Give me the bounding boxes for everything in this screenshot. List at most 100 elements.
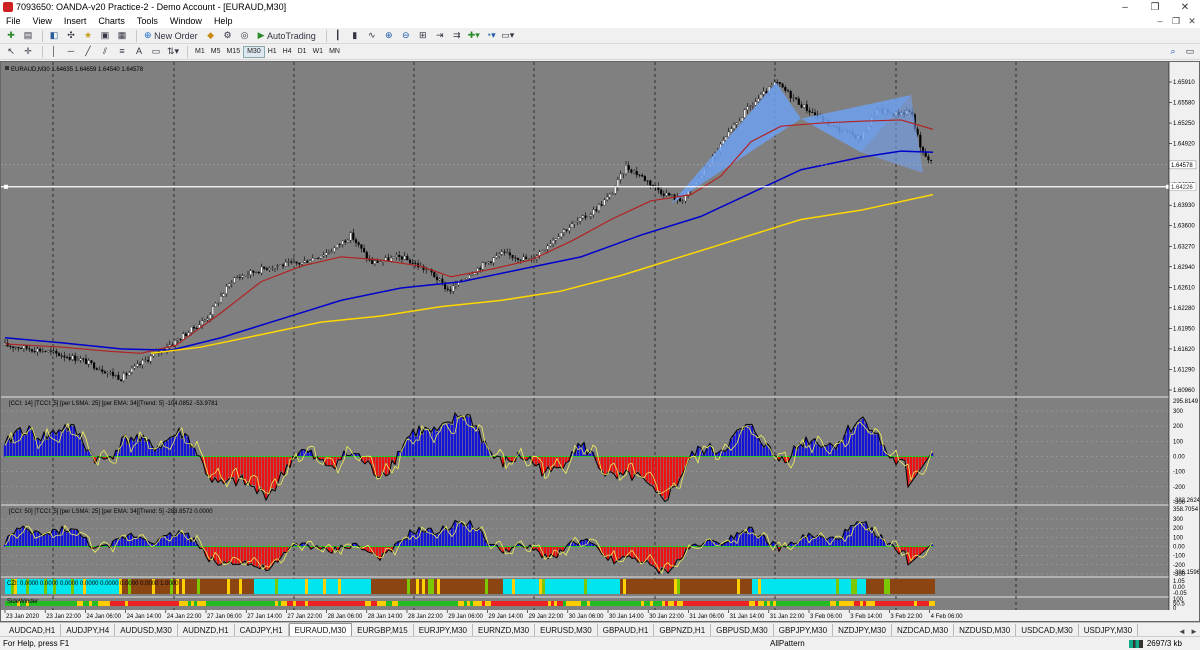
chat-button[interactable]: ▭ [1183,45,1197,58]
tab-eurjpy-m30[interactable]: EURJPY,M30 [414,624,474,636]
candle-body [511,254,514,258]
bar-chart-button[interactable]: ┃ [331,29,345,42]
tab-audnzd-h1[interactable]: AUDNZD,H1 [178,624,235,636]
data-window-button[interactable]: ✣ [64,29,78,42]
czi-segment [671,579,674,594]
tab-euraud-m30[interactable]: EURAUD,M30 [288,623,353,636]
trendline-button[interactable]: ╱ [81,45,95,58]
search-button[interactable]: ⌕ [1166,45,1180,58]
fibonacci-button[interactable]: ≡ [115,45,129,58]
metaeditor-button[interactable]: ◆ [204,29,218,42]
timeframe-m1[interactable]: M1 [192,46,208,58]
market-button[interactable]: ◎ [238,29,252,42]
timeframe-m15[interactable]: M15 [223,46,243,58]
timeframe-h4[interactable]: H4 [280,46,295,58]
menu-window[interactable]: Window [164,16,208,26]
cursor-button[interactable]: ↖ [4,45,18,58]
cci1-histogram-bar [750,425,754,457]
cci1-histogram-bar [468,416,472,457]
new-order-button[interactable]: ⊕ New Order [141,29,201,42]
tab-scroll-left-icon[interactable]: ◄ [1176,627,1188,636]
tab-gbpaud-h1[interactable]: GBPAUD,H1 [598,624,655,636]
czi-segment [461,579,464,594]
timeframe-mn[interactable]: MN [326,46,343,58]
connection-status[interactable]: 2697/3 kb [1128,639,1200,648]
terminal-button[interactable]: ▣ [98,29,112,42]
menu-help[interactable]: Help [208,16,239,26]
tab-gbpusd-m30[interactable]: GBPUSD,M30 [711,624,774,636]
line-chart-button[interactable]: ∿ [365,29,379,42]
new-chart-button[interactable]: ✚ [4,29,18,42]
auto-scroll-button[interactable]: ⇉ [450,29,464,42]
tab-eurusd-m30[interactable]: EURUSD,M30 [535,624,598,636]
signals-button[interactable]: ⚙ [221,29,235,42]
chart-shift-button[interactable]: ⇥ [433,29,447,42]
indicators-button[interactable]: ✚▾ [467,29,481,42]
tab-nzdcad-m30[interactable]: NZDCAD,M30 [892,624,955,636]
tab-scroll-right-icon[interactable]: ► [1188,627,1200,636]
menu-view[interactable]: View [27,16,58,26]
cci2-histogram-bar [429,528,433,547]
czi-segment [530,579,533,594]
candle-body [300,262,304,265]
minimize-button[interactable]: – [1110,0,1140,14]
restore-button[interactable]: ❐ [1140,0,1170,14]
text-label-button[interactable]: ▭ [149,45,163,58]
vertical-line-button[interactable]: │ [47,45,61,58]
candlesticks-button[interactable]: ▮ [348,29,362,42]
chart-canvas[interactable]: EURAUD,M30 1.64635 1.64659 1.64540 1.645… [1,62,1200,621]
horizontal-line-button[interactable]: ─ [64,45,78,58]
profiles-button[interactable]: ▤ [21,29,35,42]
tile-windows-button[interactable]: ⊞ [416,29,430,42]
timeframe-w1[interactable]: W1 [310,46,327,58]
timeframe-m30[interactable]: M30 [243,45,265,58]
sidewinder-segment [413,601,416,606]
templates-button[interactable]: ▭▾ [501,29,515,42]
mdi-restore-button[interactable]: ❐ [1168,16,1184,27]
text-button[interactable]: A [132,45,146,58]
cci2-histogram-bar [81,537,85,547]
equidistant-channel-button[interactable]: ⫽ [98,45,112,58]
tab-gbpnzd-h1[interactable]: GBPNZD,H1 [654,624,712,636]
zoom-in-button[interactable]: ⊕ [382,29,396,42]
candle-body [303,260,306,263]
tab-eurnzd-m30[interactable]: EURNZD,M30 [473,624,536,636]
tab-nzdusd-m30[interactable]: NZDUSD,M30 [954,624,1017,636]
tab-usdcad-m30[interactable]: USDCAD,M30 [1016,624,1079,636]
sidewinder-segment [302,601,305,606]
timeframe-h1[interactable]: H1 [265,46,280,58]
close-button[interactable]: ✕ [1170,0,1200,14]
czi-segment [470,579,473,594]
periods-button[interactable]: ◔▾ [484,29,498,42]
sidewinder-segment [911,601,914,606]
czi-segment [380,579,383,594]
menu-tools[interactable]: Tools [131,16,164,26]
cci1-histogram-bar [285,456,289,465]
menu-insert[interactable]: Insert [58,16,93,26]
timeframe-m5[interactable]: M5 [208,46,224,58]
arrows-button[interactable]: ⇅▾ [166,45,180,58]
tab-gbpjpy-m30[interactable]: GBPJPY,M30 [774,624,834,636]
menu-charts[interactable]: Charts [92,16,131,26]
tab-usdjpy-m30[interactable]: USDJPY,M30 [1079,624,1139,636]
zoom-out-button[interactable]: ⊖ [399,29,413,42]
chart-window[interactable]: EURAUD,M30 1.64635 1.64659 1.64540 1.645… [0,61,1200,622]
sidewinder-segment [578,601,581,606]
tab-cadjpy-h1[interactable]: CADJPY,H1 [235,624,289,636]
navigator-button[interactable]: ★ [81,29,95,42]
tab-audusd-m30[interactable]: AUDUSD,M30 [115,624,178,636]
menu-file[interactable]: File [0,16,27,26]
crosshair-button[interactable]: ✛ [21,45,35,58]
tab-audjpy-h4[interactable]: AUDJPY,H4 [61,624,116,636]
strategy-tester-button[interactable]: ▦ [115,29,129,42]
market-watch-button[interactable]: ◧ [47,29,61,42]
autotrading-button[interactable]: ▶ AutoTrading [255,29,319,42]
czi-segment [563,579,566,594]
mdi-minimize-button[interactable]: – [1152,16,1168,27]
timeframe-d1[interactable]: D1 [295,46,310,58]
candle-body [282,264,285,267]
tab-nzdjpy-m30[interactable]: NZDJPY,M30 [833,624,892,636]
tab-eurgbp-m15[interactable]: EURGBP,M15 [352,624,414,636]
mdi-close-button[interactable]: ✕ [1184,16,1200,27]
tab-audcad-h1[interactable]: AUDCAD,H1 [4,624,62,636]
